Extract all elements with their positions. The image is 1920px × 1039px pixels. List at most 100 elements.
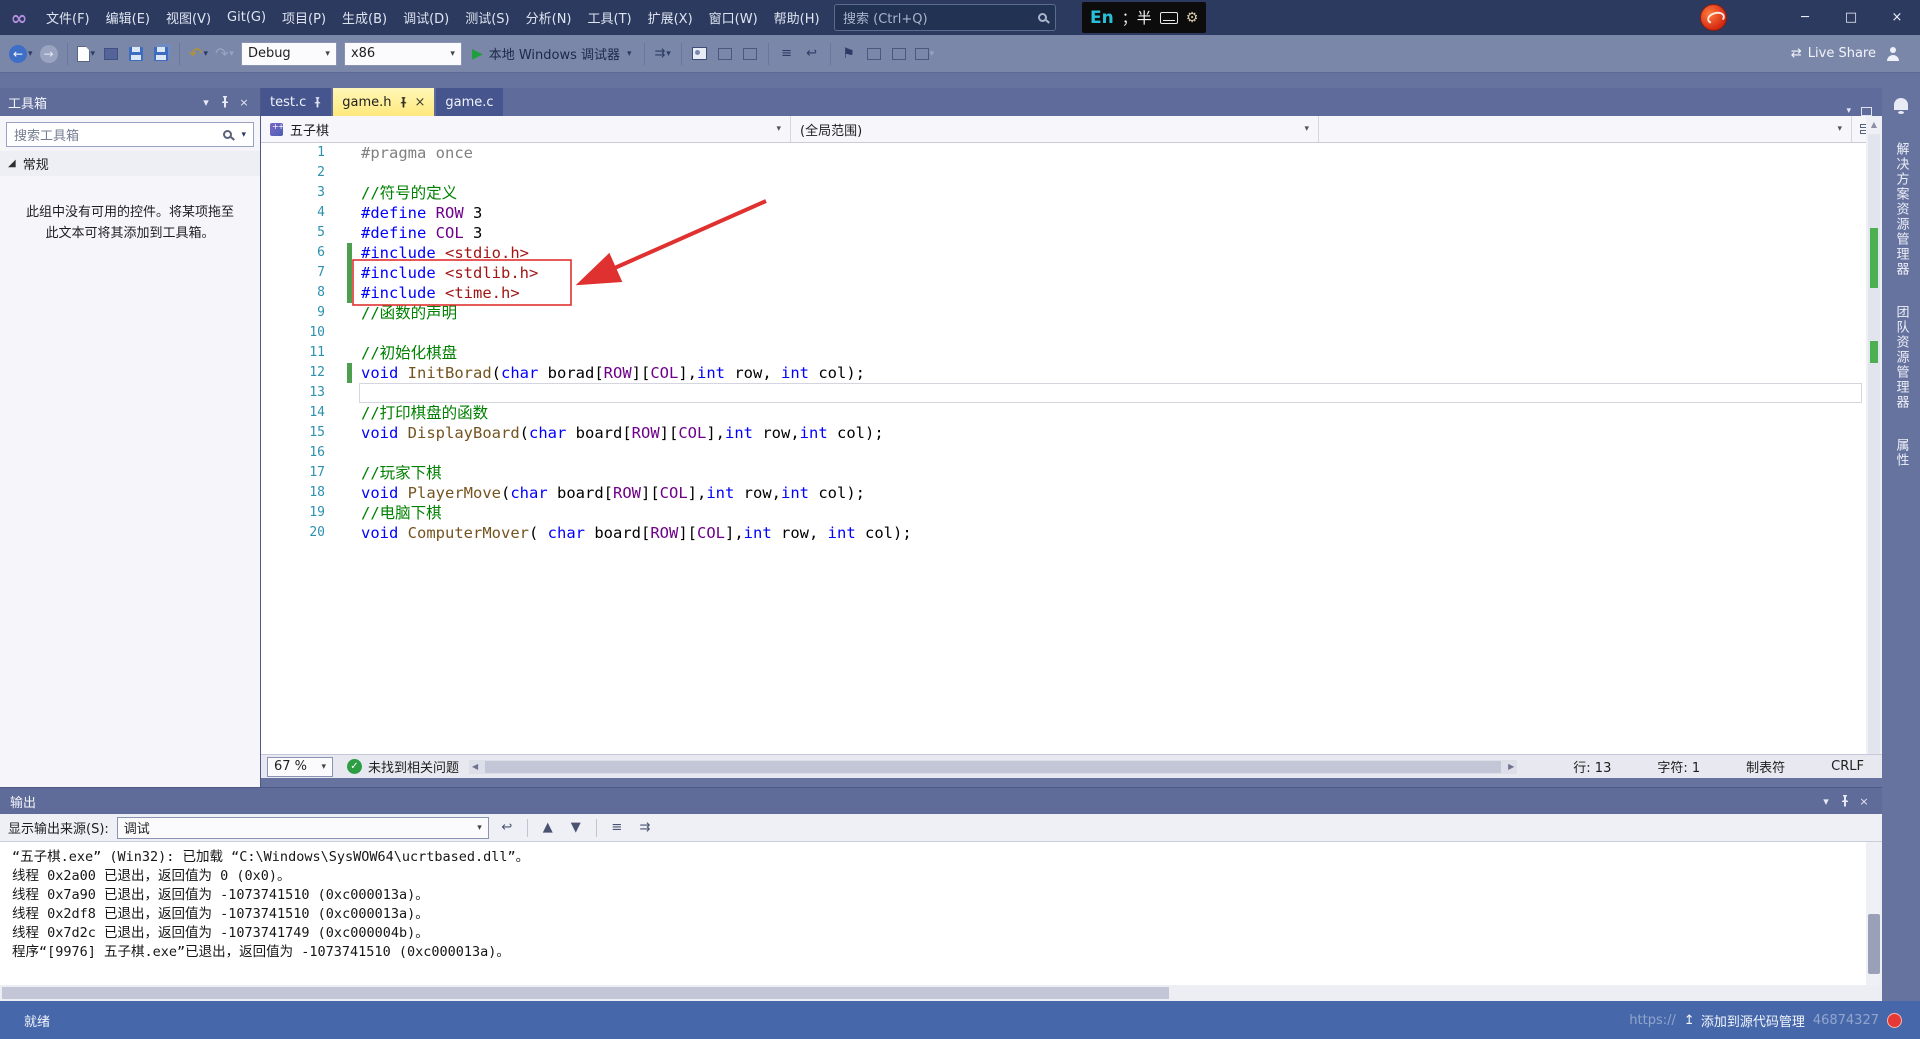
tab-test.c[interactable]: test.c [261, 88, 332, 116]
column-indicator[interactable]: 字符: 1 [1657, 757, 1700, 776]
output-log[interactable]: “五子棋.exe” (Win32): 已加载 “C:\Windows\SysWO… [0, 842, 1882, 985]
menu-Git(G)[interactable]: Git(G) [219, 0, 274, 35]
menu-测试(S)[interactable]: 测试(S) [457, 0, 517, 35]
rail-tab-解决方案资源管理器[interactable]: 解决方案资源管理器 [1892, 132, 1911, 287]
rail-tab-属性[interactable]: 属性 [1892, 428, 1911, 478]
notifications-icon[interactable] [1894, 98, 1908, 114]
ime-settings-icon[interactable]: ⚙ [1186, 10, 1199, 26]
close-icon[interactable]: × [415, 96, 426, 109]
close-button[interactable]: × [1874, 0, 1920, 35]
scroll-left-icon[interactable]: ◀ [472, 762, 478, 771]
tabs-indicator[interactable]: 制表符 [1746, 757, 1785, 776]
float-window-icon[interactable] [1861, 106, 1872, 116]
new-file-button[interactable]: ▾ [74, 40, 99, 68]
ime-toolbar[interactable]: En ；半 ⚙ [1082, 2, 1207, 33]
code-line[interactable]: 17 //玩家下棋 [261, 463, 1866, 483]
zoom-combo[interactable]: 67 % ▾ [267, 756, 333, 777]
add-to-source-control-button[interactable]: ↥ 添加到源代码管理 [1684, 1011, 1805, 1030]
solution-platform-combo[interactable]: x86 ▾ [343, 41, 462, 66]
menu-工具(T)[interactable]: 工具(T) [580, 0, 640, 35]
menu-生成(B)[interactable]: 生成(B) [334, 0, 395, 35]
live-share-button[interactable]: ⇄ Live Share [1791, 46, 1876, 61]
scroll-right-icon[interactable]: ▶ [1508, 762, 1514, 771]
minimize-button[interactable]: ─ [1782, 0, 1828, 35]
preview-image-button[interactable] [688, 40, 712, 68]
toolbox-section-general[interactable]: ◢ 常规 [0, 151, 260, 176]
user-avatar[interactable] [1700, 4, 1727, 31]
navigate-forward-button[interactable]: → [37, 40, 61, 68]
clear-bookmarks-button[interactable]: ▾ [912, 40, 938, 68]
tab-game.h[interactable]: game.h × [333, 88, 435, 116]
code-editor[interactable]: 1 #pragma once 2 3 //符号的定义 4 #define ROW 3 5 #de… [261, 143, 1866, 754]
code-line[interactable]: 12 void InitBorad(char borad[ROW][COL],in… [261, 363, 1866, 383]
code-line[interactable]: 18 void PlayerMove(char board[ROW][COL],i… [261, 483, 1866, 503]
menu-项目(P)[interactable]: 项目(P) [274, 0, 334, 35]
navigate-symbol-button[interactable] [738, 40, 762, 68]
code-line[interactable]: 19 //电脑下棋 [261, 503, 1866, 523]
save-all-button[interactable] [149, 40, 173, 68]
menu-扩展(X)[interactable]: 扩展(X) [640, 0, 701, 35]
navigate-back-button[interactable]: ← ▾ [6, 40, 36, 68]
code-line[interactable]: 16 [261, 443, 1866, 463]
eol-indicator[interactable]: CRLF [1831, 759, 1864, 774]
code-line[interactable]: 10 [261, 323, 1866, 343]
go-to-next-message-icon[interactable]: ▼ [566, 820, 586, 835]
menu-文件(F)[interactable]: 文件(F) [38, 0, 98, 35]
line-indicator[interactable]: 行: 13 [1573, 757, 1611, 776]
undo-button[interactable]: ↶ ▾ [186, 40, 211, 68]
tab-game.c[interactable]: game.c [436, 88, 503, 116]
save-button[interactable] [124, 40, 148, 68]
ime-mode[interactable]: ；半 [1122, 7, 1152, 28]
next-bookmark-button[interactable] [887, 40, 911, 68]
panel-splitter[interactable] [261, 778, 1882, 787]
code-line[interactable]: 9 //函数的声明 [261, 303, 1866, 323]
code-line[interactable]: 15 void DisplayBoard(char board[ROW][COL]… [261, 423, 1866, 443]
member-scope-combo[interactable]: ▾ [1319, 116, 1852, 142]
scroll-up-icon[interactable]: ▲ [1866, 116, 1882, 132]
find-in-files-button[interactable] [713, 40, 737, 68]
code-line[interactable]: 1 #pragma once [261, 143, 1866, 163]
open-file-button[interactable] [99, 40, 123, 68]
output-vertical-scrollbar[interactable] [1866, 842, 1882, 985]
close-icon[interactable]: × [236, 96, 252, 109]
menu-帮助(H)[interactable]: 帮助(H) [766, 0, 828, 35]
rail-tab-团队资源管理器[interactable]: 团队资源管理器 [1892, 295, 1911, 420]
editor-vertical-scrollbar[interactable]: ▲ ▼ [1866, 116, 1882, 777]
pin-icon[interactable] [399, 96, 408, 108]
scrollbar-thumb[interactable] [2, 987, 1169, 999]
code-line[interactable]: 13 [261, 383, 1866, 403]
send-feedback-icon[interactable] [1886, 46, 1900, 61]
notification-badge[interactable] [1887, 1012, 1902, 1028]
menu-分析(N)[interactable]: 分析(N) [518, 0, 580, 35]
ime-keyboard-icon[interactable] [1159, 11, 1178, 24]
quick-search-input[interactable]: 搜索 (Ctrl+Q) [834, 4, 1056, 31]
code-line[interactable]: 11 //初始化棋盘 [261, 343, 1866, 363]
toolbox-options-icon[interactable]: ▾ [198, 96, 214, 109]
ime-language[interactable]: En [1090, 8, 1114, 28]
comment-button[interactable]: ≡ [775, 40, 799, 68]
code-line[interactable]: 14 //打印棋盘的函数 [261, 403, 1866, 423]
scrollbar-thumb[interactable] [485, 760, 1502, 773]
menu-窗口(W)[interactable]: 窗口(W) [701, 0, 766, 35]
bookmark-button[interactable]: ⚑ [837, 40, 861, 68]
output-source-combo[interactable]: 调试 ▾ [116, 816, 489, 839]
maximize-button[interactable]: □ [1828, 0, 1874, 35]
project-scope-combo[interactable]: 五子棋 ▾ [261, 116, 791, 142]
pin-icon[interactable] [1840, 795, 1850, 807]
code-line[interactable]: 2 [261, 163, 1866, 183]
go-to-previous-message-icon[interactable]: ▲ [538, 820, 558, 835]
attach-to-process-button[interactable]: ⇉ ▾ [651, 40, 675, 68]
code-line[interactable]: 5 #define COL 3 [261, 223, 1866, 243]
output-horizontal-scrollbar[interactable] [0, 985, 1882, 1001]
problems-status[interactable]: 未找到相关问题 [368, 757, 459, 776]
scrollbar-thumb[interactable] [1868, 134, 1880, 754]
code-line[interactable]: 3 //符号的定义 [261, 183, 1866, 203]
code-line[interactable]: 8 #include <time.h> [261, 283, 1866, 303]
code-line[interactable]: 7 #include <stdlib.h> [261, 263, 1866, 283]
menu-调试(D)[interactable]: 调试(D) [395, 0, 457, 35]
solution-configuration-combo[interactable]: Debug ▾ [240, 41, 337, 66]
pin-icon[interactable] [313, 96, 322, 108]
editor-horizontal-scrollbar[interactable]: ◀ ▶ [469, 759, 1518, 774]
clear-all-icon[interactable]: ≡ [607, 820, 627, 835]
toggle-word-wrap-icon[interactable]: ⇉ [635, 820, 655, 835]
